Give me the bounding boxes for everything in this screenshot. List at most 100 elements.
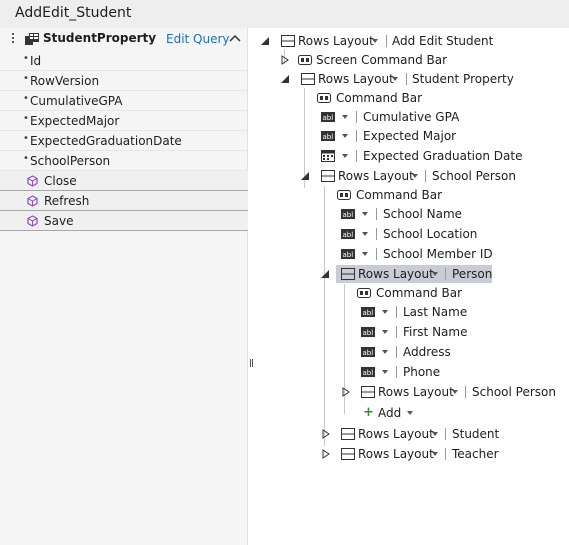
tree-node-student-property[interactable]: Rows Layout Student Property (280, 70, 560, 88)
property-item-rowversion[interactable]: • RowVersion (0, 71, 248, 91)
method-cube-icon (27, 175, 38, 187)
node-control-type: Rows Layout (298, 34, 374, 48)
tree-node-first-name[interactable]: abl First Name (361, 323, 551, 341)
property-item-schoolperson[interactable]: • SchoolPerson (0, 151, 248, 171)
tree-node-cumulative-gpa[interactable]: abl Cumulative GPA (321, 108, 521, 126)
entity-header: StudentProperty Edit Query (0, 28, 248, 50)
tree-node-command-bar[interactable]: Command Bar (317, 89, 467, 107)
dropdown-arrow-icon[interactable] (432, 272, 438, 276)
content-tree: Rows Layout Add Edit Student Screen Comm… (255, 28, 569, 545)
collapsed-arrow-icon[interactable] (321, 449, 331, 459)
dropdown-arrow-icon[interactable] (362, 212, 368, 216)
dropdown-arrow-icon[interactable] (342, 134, 348, 138)
tree-node-command-bar[interactable]: Command Bar (337, 186, 487, 204)
dropdown-arrow-icon[interactable] (432, 432, 438, 436)
svg-text:abl: abl (363, 349, 374, 357)
dropdown-arrow-icon[interactable] (382, 370, 388, 374)
method-item-close[interactable]: Close (0, 171, 248, 191)
svg-text:abl: abl (363, 369, 374, 377)
property-item-cumulativegpa[interactable]: • CumulativeGPA (0, 91, 248, 111)
property-item-expectedmajor[interactable]: • ExpectedMajor (0, 111, 248, 131)
svg-text:abl: abl (343, 251, 354, 259)
tree-node-phone[interactable]: abl Phone (361, 363, 551, 381)
dropdown-arrow-icon[interactable] (382, 310, 388, 314)
window-title: AddEdit_Student (15, 5, 132, 21)
collapsed-arrow-icon[interactable] (341, 387, 351, 397)
svg-text:abl: abl (323, 114, 334, 122)
plus-icon: + (363, 405, 374, 420)
svg-text:abl: abl (343, 211, 354, 219)
textbox-icon: abl (361, 307, 375, 317)
tree-node-school-person[interactable]: Rows Layout School Person (300, 167, 560, 185)
title-bar: AddEdit_Student (0, 0, 569, 28)
dropdown-arrow-icon[interactable] (452, 390, 458, 394)
entity-table-icon (25, 33, 39, 45)
svg-text:abl: abl (363, 329, 374, 337)
tree-node-school-name[interactable]: abl School Name (341, 205, 541, 223)
entity-pane: StudentProperty Edit Query • Id • RowVersi… (0, 28, 248, 545)
pane-splitter[interactable] (250, 356, 254, 367)
rows-layout-icon (341, 268, 355, 280)
dropdown-arrow-icon[interactable] (372, 39, 378, 43)
expand-arrow-icon[interactable] (320, 269, 330, 279)
textbox-icon: abl (341, 229, 355, 239)
textbox-icon: abl (341, 249, 355, 259)
tree-node-person[interactable]: Rows Layout Person (320, 265, 556, 283)
rows-layout-icon (341, 448, 355, 460)
drag-grip-icon[interactable] (12, 33, 15, 45)
tree-node-command-bar[interactable]: Command Bar (357, 284, 507, 302)
tree-node-expected-major[interactable]: abl Expected Major (321, 127, 521, 145)
rows-layout-icon (281, 35, 295, 47)
textbox-icon: abl (321, 112, 335, 122)
tree-node-teacher[interactable]: Rows Layout Teacher (321, 445, 551, 463)
collapsed-arrow-icon[interactable] (280, 55, 290, 65)
entity-name: StudentProperty (43, 31, 157, 45)
property-item-expectedgraduationdate[interactable]: • ExpectedGraduationDate (0, 131, 248, 151)
command-bar-icon (337, 190, 351, 200)
method-item-save[interactable]: Save (0, 211, 248, 231)
command-bar-icon (317, 93, 331, 103)
add-item-button[interactable]: + Add (361, 404, 441, 422)
svg-text:abl: abl (363, 309, 374, 317)
method-cube-icon (27, 195, 38, 207)
expand-arrow-icon[interactable] (280, 74, 290, 84)
textbox-icon: abl (361, 347, 375, 357)
edit-query-link[interactable]: Edit Query (166, 32, 230, 46)
tree-node-screen-command-bar[interactable]: Screen Command Bar (280, 51, 480, 69)
dropdown-arrow-icon[interactable] (342, 154, 348, 158)
dropdown-arrow-icon[interactable] (407, 411, 413, 415)
collapsed-arrow-icon[interactable] (321, 429, 331, 439)
expand-arrow-icon[interactable] (300, 171, 310, 181)
tree-node-address[interactable]: abl Address (361, 343, 551, 361)
property-item-id[interactable]: • Id (0, 51, 248, 71)
dropdown-arrow-icon[interactable] (362, 232, 368, 236)
method-item-refresh[interactable]: Refresh (0, 191, 248, 211)
svg-text:abl: abl (323, 133, 334, 141)
textbox-icon: abl (321, 131, 335, 141)
tree-node-expected-graduation-date[interactable]: Expected Graduation Date (321, 147, 551, 165)
tree-node-student[interactable]: Rows Layout Student (321, 425, 551, 443)
dropdown-arrow-icon[interactable] (382, 350, 388, 354)
dropdown-arrow-icon[interactable] (382, 330, 388, 334)
dropdown-arrow-icon[interactable] (412, 174, 418, 178)
dropdown-arrow-icon[interactable] (432, 452, 438, 456)
tree-node-school-location[interactable]: abl School Location (341, 225, 541, 243)
command-bar-icon (298, 55, 312, 65)
expand-arrow-icon[interactable] (260, 36, 270, 46)
node-name: Add Edit Student (392, 34, 494, 48)
tree-node-last-name[interactable]: abl Last Name (361, 303, 551, 321)
dropdown-arrow-icon[interactable] (342, 115, 348, 119)
dropdown-arrow-icon[interactable] (392, 77, 398, 81)
textbox-icon: abl (361, 367, 375, 377)
tree-node-school-member-id[interactable]: abl School Member ID (341, 245, 541, 263)
dropdown-arrow-icon[interactable] (362, 252, 368, 256)
textbox-icon: abl (341, 209, 355, 219)
command-bar-icon (357, 288, 371, 298)
property-list: • Id • RowVersion • CumulativeGPA • Expected… (0, 51, 248, 231)
tree-node-add-edit-student[interactable]: Rows Layout Add Edit Student (260, 32, 560, 50)
chevron-up-icon[interactable] (229, 34, 241, 42)
method-cube-icon (27, 215, 38, 227)
tree-node-nested-school-person[interactable]: Rows Layout School Person (341, 383, 567, 401)
rows-layout-icon (361, 386, 375, 398)
textbox-icon: abl (361, 327, 375, 337)
